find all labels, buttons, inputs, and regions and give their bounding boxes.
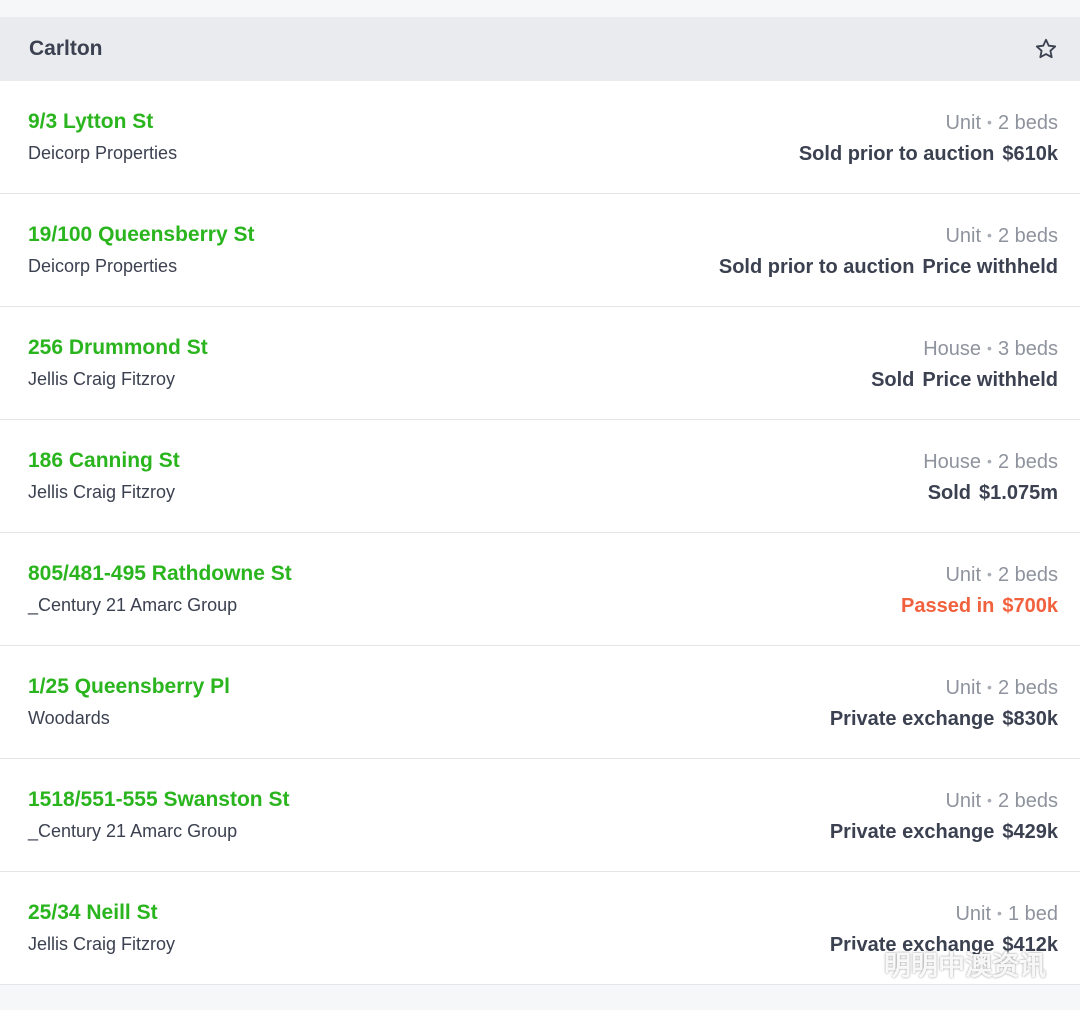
property-type: House bbox=[923, 338, 982, 360]
bed-count: 2 beds bbox=[997, 225, 1058, 247]
sale-result: Private exchange $830k bbox=[830, 706, 1058, 732]
property-type: Unit bbox=[945, 564, 982, 586]
listing-agency: Jellis Craig Fitzroy bbox=[28, 369, 176, 389]
bed-count: 2 beds bbox=[997, 112, 1058, 134]
listing-agency: Deicorp Properties bbox=[28, 143, 178, 163]
sale-method: Passed in bbox=[900, 595, 995, 617]
bed-count: 3 beds bbox=[997, 338, 1058, 360]
bed-count: 2 beds bbox=[997, 790, 1058, 812]
separator-dot: • bbox=[997, 905, 1002, 921]
listing-row: 256 Drummond St Jellis Craig Fitzroy Hou… bbox=[0, 307, 1080, 420]
listing-agency: Deicorp Properties bbox=[28, 256, 178, 276]
sale-result: Sold prior to auction Price withheld bbox=[719, 254, 1058, 280]
listing-list: 9/3 Lytton St Deicorp Properties Unit • 2 … bbox=[0, 81, 1080, 985]
sale-price: $700k bbox=[1002, 595, 1058, 617]
sale-price: $1.075m bbox=[979, 482, 1058, 504]
property-type: Unit bbox=[945, 790, 982, 812]
listing-agency: Jellis Craig Fitzroy bbox=[28, 482, 176, 502]
listing-meta: House • 2 beds bbox=[923, 448, 1058, 475]
sale-method: Private exchange bbox=[829, 708, 995, 730]
property-type: Unit bbox=[945, 225, 982, 247]
star-icon[interactable] bbox=[1034, 37, 1058, 61]
page: Carlton 9/3 Lytton St Deicorp Properties… bbox=[0, 0, 1080, 1010]
suburb-header: Carlton bbox=[0, 17, 1080, 81]
sale-result: Sold $1.075m bbox=[928, 480, 1058, 506]
listing-address-link[interactable]: 186 Canning St bbox=[28, 448, 180, 474]
listing-row: 19/100 Queensberry St Deicorp Properties… bbox=[0, 194, 1080, 307]
bottom-strip bbox=[0, 985, 1080, 1007]
bed-count: 2 beds bbox=[997, 564, 1058, 586]
sale-result: Sold prior to auction $610k bbox=[799, 141, 1058, 167]
sale-price: $610k bbox=[1002, 143, 1058, 165]
separator-dot: • bbox=[987, 679, 992, 695]
listing-agency: _Century 21 Amarc Group bbox=[28, 595, 238, 615]
listing-agency: _Century 21 Amarc Group bbox=[28, 821, 238, 841]
separator-dot: • bbox=[987, 792, 992, 808]
listing-address-link[interactable]: 25/34 Neill St bbox=[28, 900, 175, 926]
separator-dot: • bbox=[987, 227, 992, 243]
sale-price: $429k bbox=[1002, 821, 1058, 843]
sale-price: Price withheld bbox=[922, 369, 1058, 391]
top-strip bbox=[0, 0, 1080, 17]
wechat-icon bbox=[838, 948, 876, 978]
listing-row: 9/3 Lytton St Deicorp Properties Unit • 2 … bbox=[0, 81, 1080, 194]
separator-dot: • bbox=[987, 340, 992, 356]
listing-address-link[interactable]: 805/481-495 Rathdowne St bbox=[28, 561, 292, 587]
separator-dot: • bbox=[987, 114, 992, 130]
sale-method: Sold prior to auction bbox=[798, 143, 995, 165]
listing-row: 186 Canning St Jellis Craig Fitzroy Hous… bbox=[0, 420, 1080, 533]
listing-row: 1/25 Queensberry Pl Woodards Unit • 2 beds… bbox=[0, 646, 1080, 759]
listing-agency: Jellis Craig Fitzroy bbox=[28, 934, 176, 954]
listing-agency: Woodards bbox=[28, 708, 110, 728]
listing-address-link[interactable]: 256 Drummond St bbox=[28, 335, 208, 361]
watermark-text: 明明中澳资讯 bbox=[884, 951, 1046, 982]
sale-method: Sold bbox=[871, 369, 915, 391]
sale-method: Private exchange bbox=[829, 821, 995, 843]
property-type: Unit bbox=[945, 112, 982, 134]
listing-address-link[interactable]: 1/25 Queensberry Pl bbox=[28, 674, 230, 700]
property-type: Unit bbox=[945, 677, 982, 699]
listing-row: 1518/551-555 Swanston St _Century 21 Ama… bbox=[0, 759, 1080, 872]
separator-dot: • bbox=[987, 566, 992, 582]
bed-count: 1 bed bbox=[1007, 903, 1058, 925]
listing-meta: Unit • 2 beds bbox=[945, 674, 1058, 701]
property-type: House bbox=[923, 451, 982, 473]
listing-meta: House • 3 beds bbox=[923, 335, 1058, 362]
listing-address-link[interactable]: 19/100 Queensberry St bbox=[28, 222, 254, 248]
sale-method: Sold bbox=[927, 482, 972, 504]
listing-meta: Unit • 2 beds bbox=[945, 787, 1058, 814]
listing-address-link[interactable]: 1518/551-555 Swanston St bbox=[28, 787, 289, 813]
sale-result: Sold Price withheld bbox=[871, 367, 1058, 393]
property-type: Unit bbox=[955, 903, 992, 925]
separator-dot: • bbox=[987, 453, 992, 469]
listing-address-link[interactable]: 9/3 Lytton St bbox=[28, 109, 177, 135]
bed-count: 2 beds bbox=[997, 677, 1058, 699]
sale-method: Sold prior to auction bbox=[718, 256, 915, 278]
sale-price: Price withheld bbox=[922, 256, 1058, 278]
suburb-title: Carlton bbox=[29, 37, 103, 60]
sale-result: Private exchange $429k bbox=[830, 819, 1058, 845]
listing-meta: Unit • 2 beds bbox=[945, 222, 1058, 249]
listing-meta: Unit • 1 bed bbox=[955, 900, 1058, 927]
listing-row: 805/481-495 Rathdowne St _Century 21 Ama… bbox=[0, 533, 1080, 646]
sale-price: $830k bbox=[1002, 708, 1058, 730]
listing-meta: Unit • 2 beds bbox=[945, 561, 1058, 588]
sale-result: Passed in $700k bbox=[901, 593, 1058, 619]
bed-count: 2 beds bbox=[997, 451, 1058, 473]
watermark: 明明中澳资讯 bbox=[838, 944, 1046, 983]
listing-meta: Unit • 2 beds bbox=[945, 109, 1058, 136]
